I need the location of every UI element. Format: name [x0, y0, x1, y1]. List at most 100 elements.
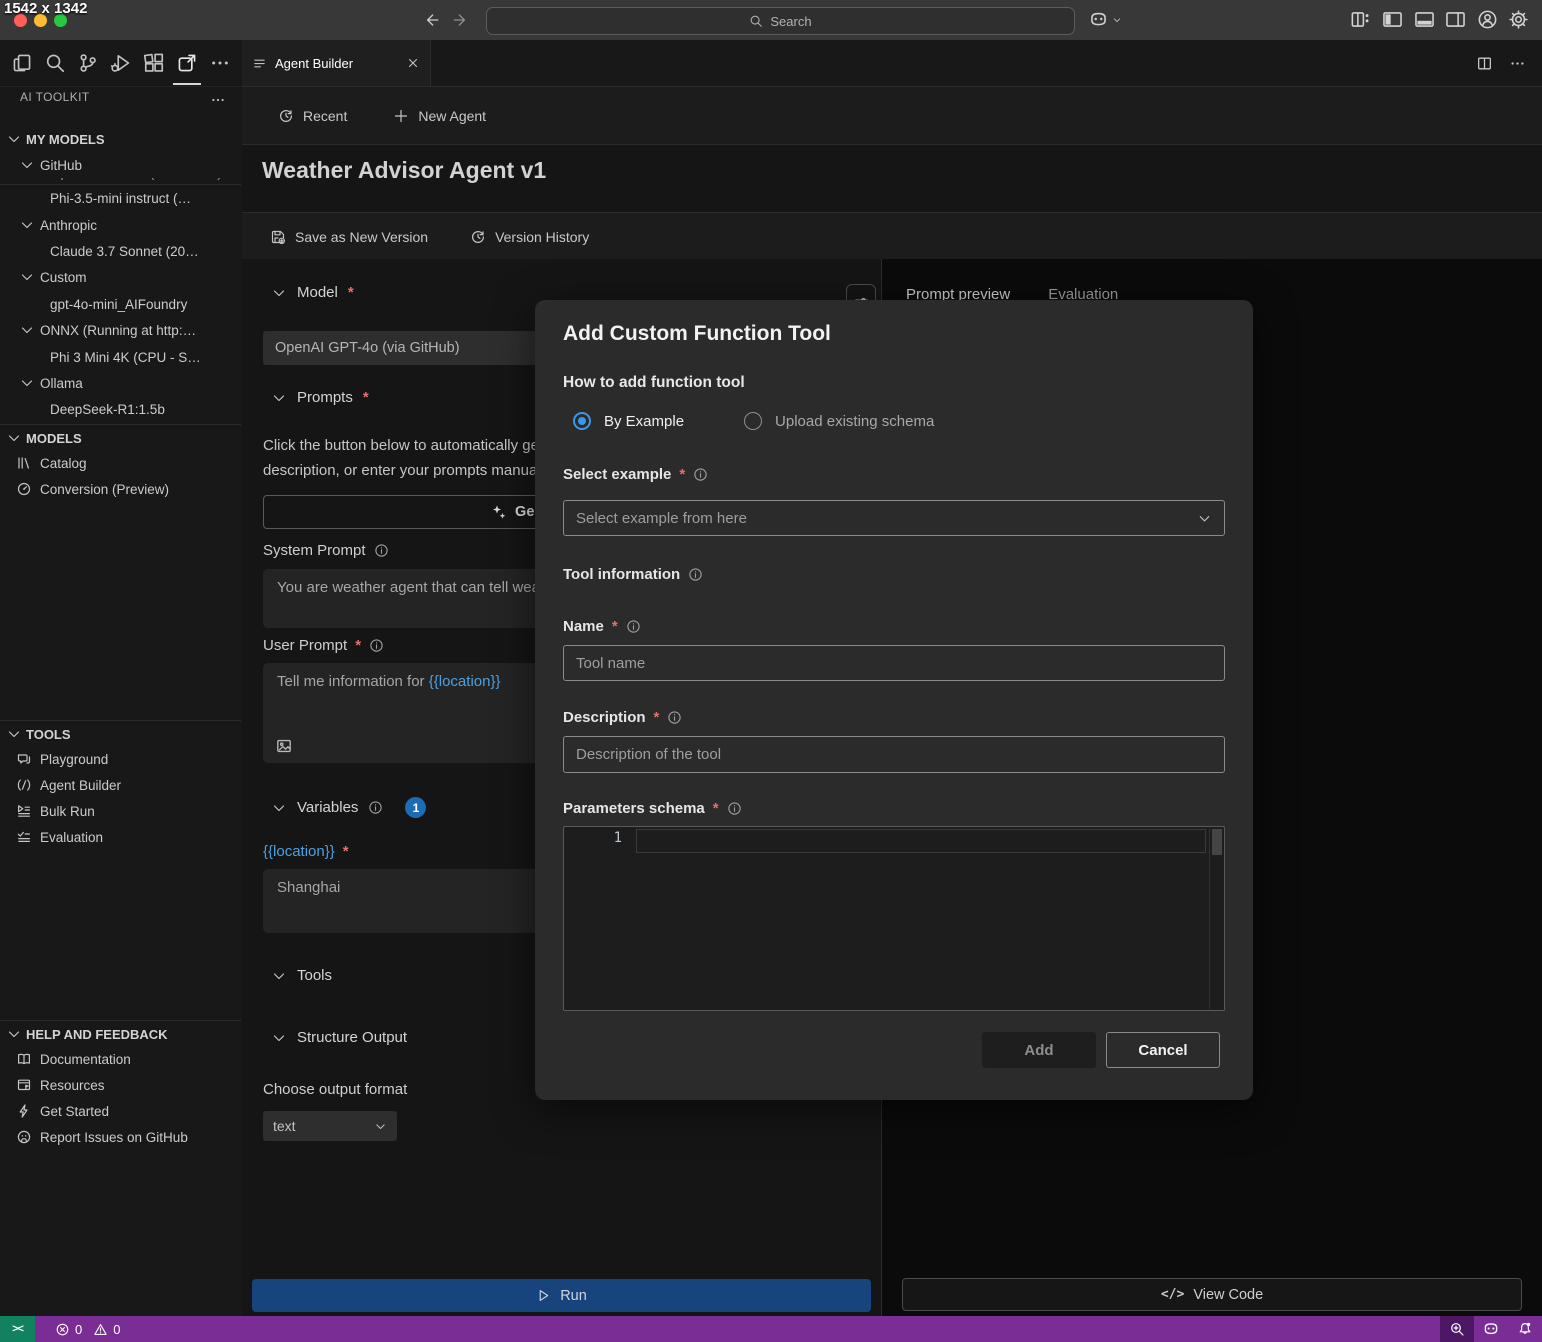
chevron-down-icon — [19, 322, 35, 338]
sidebar-item-documentation[interactable]: Documentation — [0, 1046, 258, 1072]
sidebar-section-models[interactable]: MODELS — [0, 425, 248, 451]
toggle-secondary-sidebar-icon[interactable] — [1445, 9, 1466, 30]
save-icon — [270, 229, 286, 245]
remote-indicator[interactable]: >< — [0, 1316, 35, 1342]
parameters-schema-editor[interactable]: 1 — [563, 826, 1225, 1011]
settings-gear-icon[interactable] — [1508, 9, 1529, 30]
sidebar-item-evaluation[interactable]: Evaluation — [0, 824, 258, 850]
output-format-select[interactable]: text — [263, 1111, 397, 1141]
forward-icon[interactable] — [452, 11, 470, 29]
sidebar-item-report-issues[interactable]: Report Issues on GitHub — [0, 1124, 258, 1150]
sidebar-section-help[interactable]: HELP AND FEEDBACK — [0, 1021, 248, 1047]
info-icon[interactable] — [374, 543, 389, 558]
account-icon[interactable] — [1477, 9, 1498, 30]
tree-group-custom[interactable]: Custom — [0, 264, 261, 290]
copilot-icon — [1088, 9, 1109, 30]
variables-count-badge: 1 — [405, 797, 426, 818]
tool-name-input[interactable] — [563, 645, 1225, 681]
radio-by-example[interactable] — [573, 412, 591, 430]
plus-icon — [393, 108, 409, 124]
error-icon — [55, 1322, 70, 1337]
info-icon[interactable] — [727, 801, 742, 816]
tree-group-ollama[interactable]: Ollama — [0, 370, 261, 396]
sidebar-item-catalog[interactable]: Catalog — [0, 450, 258, 476]
sidebar-item-resources[interactable]: Resources — [0, 1072, 258, 1098]
lightning-icon — [16, 1103, 32, 1119]
sidebar-item-agent-builder[interactable]: Agent Builder — [0, 772, 258, 798]
history-icon — [278, 108, 294, 124]
info-icon[interactable] — [369, 638, 384, 653]
sidebar-item-bulk-run[interactable]: Bulk Run — [0, 798, 258, 824]
info-icon[interactable] — [688, 567, 703, 582]
search-input[interactable]: Search — [486, 7, 1075, 35]
zoom-in-icon — [1449, 1321, 1465, 1337]
sidebar-item-get-started[interactable]: Get Started — [0, 1098, 258, 1124]
problems-indicator[interactable]: 0 0 — [55, 1322, 120, 1337]
scrollbar-thumb[interactable] — [1212, 829, 1222, 855]
chevron-down-icon — [19, 269, 35, 285]
editor-more-icon[interactable] — [1509, 55, 1526, 72]
radio-upload-schema-label[interactable]: Upload existing schema — [775, 413, 934, 430]
source-control-icon[interactable] — [76, 51, 100, 75]
play-icon — [536, 1288, 551, 1303]
cancel-button[interactable]: Cancel — [1106, 1032, 1220, 1068]
scrollbar-track — [1209, 828, 1210, 1009]
radio-by-example-label[interactable]: By Example — [604, 413, 684, 430]
webview-icon — [252, 56, 267, 71]
sidebar-more-icon[interactable] — [210, 92, 226, 108]
code-parens-icon — [16, 777, 32, 793]
search-sidebar-icon[interactable] — [43, 51, 67, 75]
recent-button[interactable]: Recent — [278, 108, 347, 124]
extensions-icon[interactable] — [142, 51, 166, 75]
tool-description-input[interactable] — [563, 736, 1225, 773]
search-icon — [749, 14, 763, 28]
version-history-button[interactable]: Version History — [470, 229, 589, 245]
customize-layout-icon[interactable] — [1350, 9, 1371, 30]
version-toolbar: Save as New Version Version History — [242, 212, 1542, 261]
select-example-dropdown[interactable]: Select example from here — [563, 500, 1225, 536]
toggle-primary-sidebar-icon[interactable] — [1382, 9, 1403, 30]
info-icon[interactable] — [667, 710, 682, 725]
radio-upload-schema[interactable] — [744, 412, 762, 430]
status-bar: >< 0 0 — [0, 1316, 1542, 1342]
add-button[interactable]: Add — [982, 1032, 1096, 1068]
sidebar-section-tools[interactable]: TOOLS — [0, 721, 248, 747]
structure-output-section-header[interactable]: Structure Output — [271, 1029, 407, 1046]
split-editor-icon[interactable] — [1476, 55, 1493, 72]
tree-group-github[interactable]: GitHub — [0, 152, 261, 178]
tree-group-onnx[interactable]: ONNX (Running at http:… — [0, 317, 261, 343]
image-icon[interactable] — [275, 737, 293, 755]
tools-section-header[interactable]: Tools — [271, 967, 332, 984]
more-activity-icon[interactable] — [208, 51, 232, 75]
run-debug-icon[interactable] — [109, 51, 133, 75]
view-code-button[interactable]: </> View Code — [902, 1278, 1522, 1311]
chat-icon — [16, 751, 32, 767]
variables-section-header[interactable]: Variables 1 — [271, 797, 426, 818]
ai-toolkit-activity-icon[interactable] — [175, 51, 199, 75]
toggle-panel-icon[interactable] — [1414, 9, 1435, 30]
agent-toolbar: Recent New Agent — [242, 87, 1542, 145]
tree-group-anthropic[interactable]: Anthropic — [0, 212, 261, 238]
chevron-down-icon — [6, 430, 22, 446]
new-agent-button[interactable]: New Agent — [393, 108, 486, 124]
run-button[interactable]: Run — [252, 1279, 871, 1312]
notifications[interactable] — [1508, 1316, 1542, 1342]
info-icon[interactable] — [693, 467, 708, 482]
model-section-header[interactable]: Model * — [271, 284, 354, 301]
chevron-down-icon — [19, 157, 35, 173]
info-icon[interactable] — [626, 619, 641, 634]
sidebar-item-playground[interactable]: Playground — [0, 746, 258, 772]
zoom-indicator[interactable] — [1440, 1316, 1474, 1342]
save-as-new-version-button[interactable]: Save as New Version — [270, 229, 428, 245]
sidebar-item-conversion[interactable]: Conversion (Preview) — [0, 476, 258, 502]
close-icon[interactable] — [406, 56, 420, 70]
back-icon[interactable] — [422, 11, 440, 29]
tab-agent-builder[interactable]: Agent Builder — [242, 40, 431, 86]
copilot-menu-button[interactable] — [1088, 9, 1122, 30]
copilot-status[interactable] — [1474, 1316, 1508, 1342]
explorer-icon[interactable] — [10, 51, 34, 75]
info-icon[interactable] — [368, 800, 383, 815]
sidebar-section-my-models[interactable]: MY MODELS — [0, 126, 248, 152]
prompts-section-header[interactable]: Prompts * — [271, 389, 369, 406]
chevron-down-icon — [271, 1030, 287, 1046]
